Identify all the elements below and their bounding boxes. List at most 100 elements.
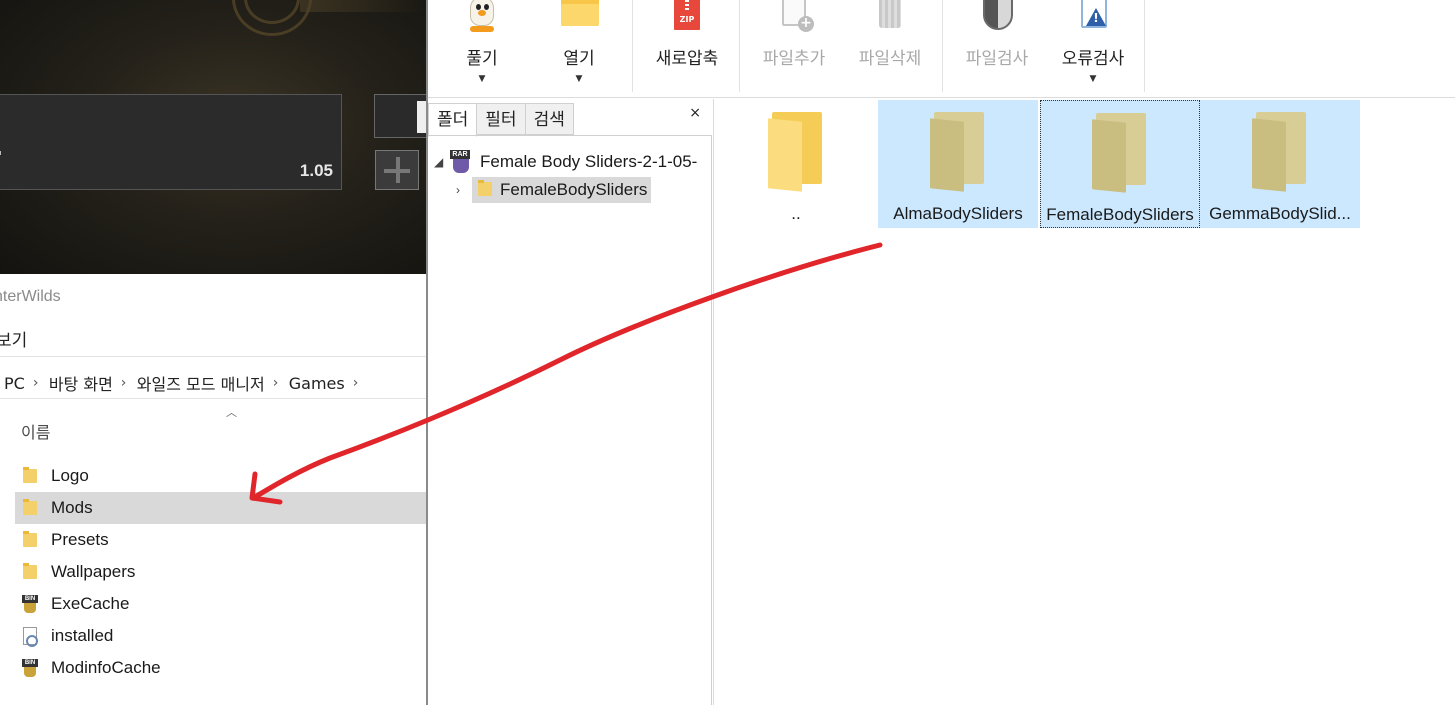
tree-item-label: FemaleBodySliders xyxy=(472,177,652,203)
warning-file-icon xyxy=(1073,0,1113,36)
folder-icon xyxy=(768,112,824,192)
rar-archive-icon: RAR xyxy=(450,150,472,174)
slider-marker xyxy=(0,151,1,155)
close-icon[interactable]: × xyxy=(689,105,701,121)
toolbar-divider xyxy=(632,0,633,92)
list-item[interactable]: Mods xyxy=(15,492,426,524)
folder-item-femalebodysliders[interactable]: FemaleBodySliders xyxy=(1040,100,1200,228)
chevron-right-icon[interactable]: › xyxy=(456,183,472,197)
folder-icon xyxy=(478,180,492,196)
file-name: ExeCache xyxy=(51,594,130,613)
menu-view[interactable]: 보기 xyxy=(0,326,27,351)
chevron-right-icon[interactable]: › xyxy=(121,375,129,391)
shield-icon xyxy=(977,0,1017,36)
test-archive-button[interactable]: 오류검사 ▼ xyxy=(1055,0,1131,98)
item-label: FemaleBodySliders xyxy=(1046,205,1194,224)
folder-tree-panel: 폴더 필터 검색 × ◢ RAR Female Body Sliders-2-1… xyxy=(428,99,714,705)
breadcrumb-item[interactable]: 바탕 화면 xyxy=(41,371,121,395)
list-item[interactable]: Logo xyxy=(15,460,426,492)
extract-button[interactable]: 풀기 ▼ xyxy=(455,0,509,98)
open-label: 열기 xyxy=(563,49,595,69)
file-list: Logo Mods Presets Wallpapers BIN ExeCach… xyxy=(15,460,426,684)
tree-item-label: Female Body Sliders-2-1-05- xyxy=(480,152,698,171)
parent-folder-item[interactable]: .. xyxy=(716,100,876,228)
add-files-button[interactable]: 파일추가 xyxy=(756,0,832,98)
dropdown-arrow-icon[interactable]: ▼ xyxy=(576,75,583,84)
zip-file-icon: ZIP xyxy=(667,0,707,36)
folder-open-icon xyxy=(559,0,599,36)
new-archive-button[interactable]: ZIP 새로압축 xyxy=(650,0,724,98)
chevron-right-icon[interactable]: › xyxy=(33,375,41,391)
file-name: ModinfoCache xyxy=(51,658,161,677)
tree-item-femalebodysliders[interactable]: › FemaleBodySliders xyxy=(456,177,652,203)
divider xyxy=(0,356,426,357)
toolbar-divider xyxy=(739,0,740,92)
add-files-label: 파일추가 xyxy=(762,49,826,69)
game-slider-panel[interactable]: 1.05 xyxy=(0,94,342,190)
tab-search[interactable]: 검색 xyxy=(525,103,574,135)
input-caret xyxy=(417,101,426,133)
list-item[interactable]: Presets xyxy=(15,524,426,556)
column-header-name[interactable]: 이름 xyxy=(21,419,50,443)
new-archive-label: 새로압축 xyxy=(655,49,719,69)
delete-files-button[interactable]: 파일삭제 xyxy=(852,0,928,98)
breadcrumb-item[interactable]: PC xyxy=(0,374,33,393)
expand-arrow-icon[interactable]: ◢ xyxy=(434,155,450,169)
archive-contents: .. AlmaBodySliders FemaleBodySliders Gem… xyxy=(716,99,1455,705)
tab-filter[interactable]: 필터 xyxy=(477,103,526,135)
archiver-window: 풀기 ▼ 열기 ▼ ZIP 새로압축 파일추가 파일삭제 파일검사 오류 xyxy=(426,0,1455,705)
window-title: nterWilds xyxy=(0,288,61,305)
breadcrumb-item[interactable]: Games xyxy=(281,374,353,393)
game-ornament-tail xyxy=(300,0,426,12)
plus-button[interactable] xyxy=(375,150,419,190)
file-explorer-window: nterWilds 보기 PC › 바탕 화면 › 와일즈 모드 매니저 › G… xyxy=(0,274,426,705)
list-item[interactable]: BIN ModinfoCache xyxy=(15,652,426,684)
list-item[interactable]: Wallpapers xyxy=(15,556,426,588)
file-name: Mods xyxy=(51,498,93,517)
bin-file-icon: BIN xyxy=(21,659,39,677)
folder-icon xyxy=(21,563,39,581)
folder-tree: ◢ RAR Female Body Sliders-2-1-05- › Fema… xyxy=(428,135,712,705)
sort-ascending-icon[interactable]: ︿ xyxy=(226,404,237,420)
toolbar-divider xyxy=(942,0,943,92)
toolbar: 풀기 ▼ 열기 ▼ ZIP 새로압축 파일추가 파일삭제 파일검사 오류 xyxy=(428,0,1455,98)
config-file-icon xyxy=(21,627,39,647)
item-label: .. xyxy=(791,204,801,223)
toolbar-divider xyxy=(1144,0,1145,92)
extract-label: 풀기 xyxy=(466,49,498,69)
delete-files-label: 파일삭제 xyxy=(858,49,922,69)
folder-icon xyxy=(21,467,39,485)
scan-files-button[interactable]: 파일검사 xyxy=(959,0,1035,98)
add-file-icon xyxy=(774,0,814,36)
chevron-right-icon[interactable]: › xyxy=(273,375,281,391)
scan-files-label: 파일검사 xyxy=(965,49,1029,69)
bin-file-icon: BIN xyxy=(21,595,39,613)
list-item[interactable]: installed xyxy=(15,620,426,652)
item-label: GemmaBodySlid... xyxy=(1209,204,1351,223)
folder-icon xyxy=(21,531,39,549)
panel-tabs: 폴더 필터 검색 xyxy=(428,103,574,137)
folder-item-gemmabodysliders[interactable]: GemmaBodySlid... xyxy=(1200,100,1360,228)
tab-folder[interactable]: 폴더 xyxy=(428,103,478,137)
tree-item-text: FemaleBodySliders xyxy=(500,180,648,199)
trash-icon xyxy=(870,0,910,36)
tree-item-archive[interactable]: ◢ RAR Female Body Sliders-2-1-05- xyxy=(434,149,697,175)
breadcrumb: PC › 바탕 화면 › 와일즈 모드 매니저 › Games › xyxy=(0,370,361,396)
slider-value: 1.05 xyxy=(299,161,333,180)
list-item[interactable]: BIN ExeCache xyxy=(15,588,426,620)
open-button[interactable]: 열기 ▼ xyxy=(552,0,606,98)
file-name: installed xyxy=(51,626,114,645)
chevron-right-icon[interactable]: › xyxy=(353,375,361,391)
file-name: Logo xyxy=(51,466,89,485)
dropdown-arrow-icon[interactable]: ▼ xyxy=(479,75,486,84)
game-window-background: 1.05 xyxy=(0,0,426,274)
item-label: AlmaBodySliders xyxy=(893,204,1023,223)
folder-icon xyxy=(1252,112,1308,192)
breadcrumb-item[interactable]: 와일즈 모드 매니저 xyxy=(129,371,273,395)
folder-item-almabodysliders[interactable]: AlmaBodySliders xyxy=(878,100,1038,228)
penguin-icon xyxy=(462,0,502,36)
file-name: Presets xyxy=(51,530,109,549)
dropdown-arrow-icon[interactable]: ▼ xyxy=(1090,75,1097,84)
file-name: Wallpapers xyxy=(51,562,136,581)
game-input-field[interactable] xyxy=(374,94,426,138)
